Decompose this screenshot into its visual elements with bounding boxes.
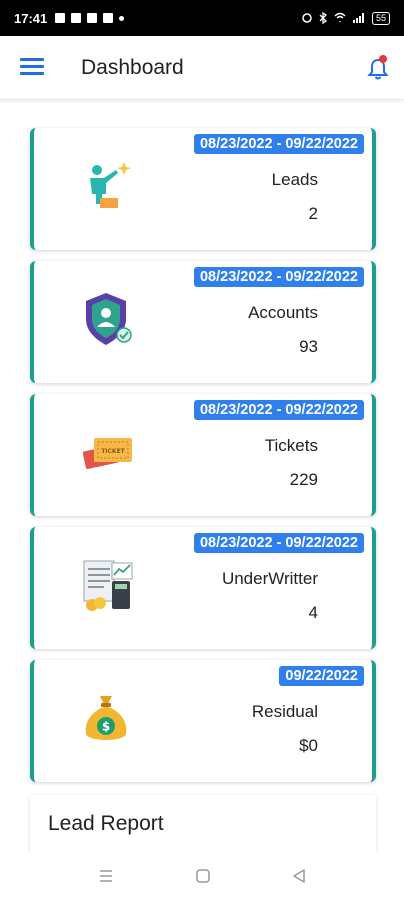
status-bar: 17:41 55 bbox=[0, 0, 404, 36]
card-residual[interactable]: 09/22/2022 $ Residual $0 bbox=[30, 660, 376, 782]
date-range-badge: 08/23/2022 - 09/22/2022 bbox=[193, 267, 364, 287]
signal-icon bbox=[352, 13, 364, 23]
lead-report-card[interactable]: Lead Report bbox=[30, 795, 376, 860]
notification-icon bbox=[71, 13, 82, 23]
card-label: UnderWritter bbox=[221, 569, 318, 588]
notification-dot bbox=[379, 55, 387, 63]
card-value: $0 bbox=[299, 736, 318, 755]
card-underwriter[interactable]: 08/23/2022 - 09/22/2022 UnderWritter 4 bbox=[30, 527, 376, 649]
bell-icon[interactable] bbox=[365, 54, 391, 82]
page-title: Dashboard bbox=[81, 56, 184, 79]
card-label: Tickets bbox=[264, 436, 318, 455]
status-time: 17:41 bbox=[14, 10, 48, 26]
wifi-icon bbox=[334, 12, 346, 22]
notification-icon bbox=[55, 13, 66, 23]
date-range-badge: 08/23/2022 - 09/22/2022 bbox=[193, 533, 364, 553]
date-range-badge: 08/23/2022 - 09/22/2022 bbox=[193, 134, 364, 154]
app-bar: Dashboard bbox=[0, 36, 404, 100]
home-icon[interactable] bbox=[195, 868, 211, 884]
card-label: Leads bbox=[271, 170, 318, 189]
notification-icon bbox=[103, 13, 114, 23]
date-range-badge: 09/22/2022 bbox=[279, 666, 364, 686]
system-nav-bar bbox=[0, 852, 404, 900]
alarm-icon bbox=[302, 13, 312, 23]
accounts-shield-icon bbox=[86, 293, 132, 345]
svg-text:$: $ bbox=[102, 720, 110, 734]
bluetooth-icon bbox=[319, 12, 328, 24]
recents-icon[interactable] bbox=[98, 868, 114, 884]
card-value: 2 bbox=[308, 204, 318, 223]
battery-indicator: 55 bbox=[371, 11, 390, 25]
card-value: 229 bbox=[289, 470, 318, 489]
status-notification-icons bbox=[55, 13, 125, 23]
hamburger-menu-icon[interactable] bbox=[20, 58, 44, 78]
card-leads[interactable]: 08/23/2022 - 09/22/2022 Leads 2 bbox=[30, 128, 376, 250]
lead-report-title: Lead Report bbox=[48, 812, 164, 835]
status-right: 55 bbox=[302, 11, 390, 25]
card-tickets[interactable]: 08/23/2022 - 09/22/2022 TICKET Tickets 2… bbox=[30, 394, 376, 516]
svg-text:TICKET: TICKET bbox=[101, 448, 125, 455]
card-value: 4 bbox=[308, 603, 318, 622]
underwriter-icon bbox=[83, 560, 133, 611]
money-bag-icon: $ bbox=[85, 696, 127, 740]
card-label: Accounts bbox=[248, 303, 318, 322]
card-value: 93 bbox=[299, 337, 318, 356]
leads-icon bbox=[90, 162, 131, 208]
more-notifications-dot bbox=[119, 15, 125, 21]
date-range-badge: 08/23/2022 - 09/22/2022 bbox=[193, 400, 364, 420]
card-accounts[interactable]: 08/23/2022 - 09/22/2022 Accounts 93 bbox=[30, 261, 376, 383]
notification-icon bbox=[87, 13, 98, 23]
tickets-icon: TICKET bbox=[82, 438, 132, 469]
back-icon[interactable] bbox=[291, 868, 307, 884]
card-label: Residual bbox=[251, 702, 318, 721]
